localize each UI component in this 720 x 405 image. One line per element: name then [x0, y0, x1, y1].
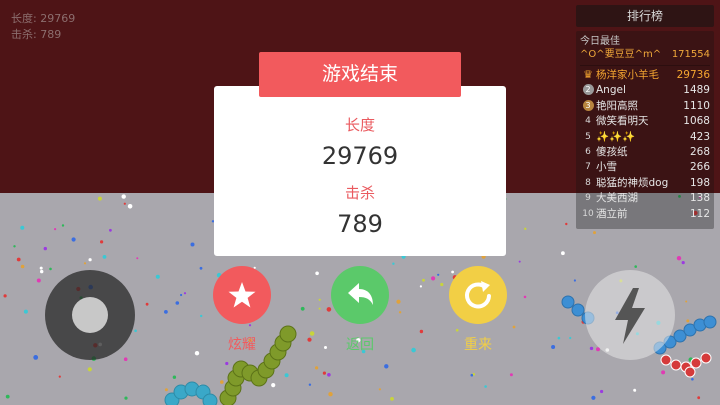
enemy-snake-teal-left	[164, 381, 218, 405]
player-name: 聪猛的神烦dog	[596, 176, 669, 189]
retry-label[interactable]: 重来	[438, 334, 518, 354]
rank-badge: 2	[580, 83, 596, 98]
rank-number: 6	[585, 146, 591, 157]
player-name: 大美西湖	[596, 192, 638, 205]
result-length-value: 29769	[321, 142, 399, 170]
leaderboard-row: 2 Angel 1489	[580, 83, 710, 98]
game-over-card: 长度 29769 击杀 789	[214, 86, 506, 256]
game-over-title: 游戏结束	[259, 52, 461, 97]
player-score: 423	[689, 130, 710, 143]
player-score: 112	[689, 207, 710, 220]
today-best-score: 171554	[671, 49, 710, 60]
share-label[interactable]: 炫耀	[202, 334, 282, 354]
leaderboard-title: 排行榜	[576, 5, 714, 27]
player-score: 1068	[683, 115, 710, 128]
share-button[interactable]	[213, 266, 271, 324]
player-score: 138	[689, 192, 710, 205]
leaderboard-row: 9 大美西湖 138	[580, 191, 710, 206]
player-name: 傻孩纸	[596, 145, 628, 158]
player-name: 小雪	[596, 161, 617, 174]
kills-stat: 击杀: 789	[11, 28, 62, 41]
player-score: 266	[689, 161, 710, 174]
crown-icon: ♛	[583, 68, 593, 81]
back-label[interactable]: 返回	[320, 334, 400, 354]
player-stats: 长度: 29769 击杀: 789	[11, 11, 75, 43]
player-score: 1110	[683, 99, 710, 112]
rank-number: 9	[585, 193, 591, 204]
today-best-row: ^O^要豆豆^m^ 171554	[580, 48, 710, 66]
back-arrow-icon	[348, 283, 373, 305]
leaderboard-row: 8 聪猛的神烦dog 198	[580, 176, 710, 191]
player-score: 29736	[676, 69, 710, 81]
leaderboard-row: 10 酒立前 112	[580, 207, 710, 222]
result-kills-label: 击杀	[344, 184, 375, 202]
player-name: 艳阳高照	[596, 99, 638, 112]
joystick-knob-icon[interactable]	[72, 297, 108, 333]
leaderboard-panel: 今日最佳 ^O^要豆豆^m^ 171554 ♛ 杨洋家小羊毛 29736 2 Angel…	[576, 31, 714, 229]
length-stat: 长度: 29769	[11, 12, 76, 25]
today-best-label: 今日最佳	[580, 36, 620, 47]
player-name: 微笑看明天	[596, 115, 649, 128]
player-name: 杨洋家小羊毛	[596, 69, 659, 81]
back-button[interactable]	[331, 266, 389, 324]
rank-badge: 3	[580, 99, 596, 114]
today-best-name: ^O^要豆豆^m^	[580, 49, 662, 60]
leaderboard-row: 6 傻孩纸 268	[580, 145, 710, 160]
player-score: 1489	[683, 84, 710, 97]
leaderboard-rows: ♛ 杨洋家小羊毛 29736 2 Angel 1489 3 艳阳高照 1110 4 微笑看明天 106…	[580, 68, 710, 222]
joystick[interactable]	[45, 270, 135, 360]
leaderboard-row: ♛ 杨洋家小羊毛 29736	[580, 68, 710, 83]
result-kills-value: 789	[337, 210, 383, 238]
leaderboard-row: 4 微笑看明天 1068	[580, 114, 710, 129]
rank-number: 10	[582, 208, 594, 219]
retry-button[interactable]	[449, 266, 507, 324]
star-icon	[228, 282, 256, 308]
leaderboard-row: 5 ✨✨✨ 423	[580, 130, 710, 145]
leaderboard-row: 7 小雪 266	[580, 160, 710, 175]
boost-button[interactable]	[585, 270, 675, 360]
lightning-icon	[615, 288, 645, 344]
player-score: 268	[689, 145, 710, 158]
player-name: 酒立前	[596, 207, 628, 220]
rank-number: 4	[585, 116, 591, 127]
rank-number: 8	[585, 177, 591, 188]
leaderboard-row: 3 艳阳高照 1110	[580, 99, 710, 114]
rank-number: 7	[585, 162, 591, 173]
refresh-icon	[465, 281, 491, 309]
player-score: 198	[689, 176, 710, 189]
player-name: ✨✨✨	[596, 130, 636, 143]
leaderboard: 排行榜 今日最佳 ^O^要豆豆^m^ 171554 ♛ 杨洋家小羊毛 29736 2 A…	[576, 5, 714, 229]
rank-number: 5	[585, 131, 591, 142]
result-length-label: 长度	[344, 116, 375, 134]
player-name: Angel	[596, 84, 626, 97]
